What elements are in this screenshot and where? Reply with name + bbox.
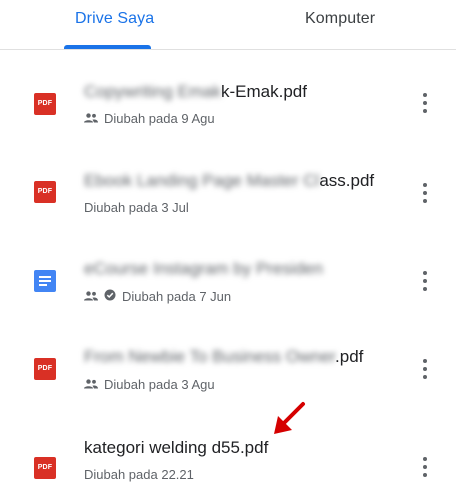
people-icon bbox=[84, 289, 98, 304]
more-vert-icon[interactable] bbox=[418, 269, 432, 295]
file-meta: Diubah pada 3 Jul bbox=[84, 200, 189, 215]
pdf-file-icon: PDF bbox=[34, 93, 56, 115]
modified-date: Diubah pada 3 Agu bbox=[104, 377, 215, 392]
file-name-suffix: .pdf bbox=[335, 347, 364, 366]
pdf-file-icon: PDF bbox=[34, 457, 56, 479]
people-icon bbox=[84, 377, 98, 392]
tab-drive-saya[interactable]: Drive Saya bbox=[75, 10, 154, 28]
google-doc-file-icon bbox=[34, 270, 56, 292]
file-meta: Diubah pada 3 Agu bbox=[84, 377, 215, 392]
modified-date: Diubah pada 7 Jun bbox=[122, 289, 232, 304]
file-name-suffix: k-Emak.pdf bbox=[221, 82, 307, 101]
tab-bar: Drive Saya Komputer bbox=[0, 0, 456, 50]
file-meta: Diubah pada 22.21 bbox=[84, 467, 194, 482]
tab-komputer[interactable]: Komputer bbox=[305, 10, 375, 28]
file-meta: Diubah pada 9 Agu bbox=[84, 111, 215, 126]
file-row[interactable]: PDF From Newbie To Business Owner.pdf Di… bbox=[0, 320, 456, 410]
file-name-redacted: eCourse Instagram by Presiden bbox=[84, 259, 324, 278]
file-name-suffix: ass.pdf bbox=[319, 171, 375, 190]
file-name-redacted: Copywriting Emak bbox=[84, 82, 221, 101]
file-row[interactable]: PDF kategori welding d55.pdf Diubah pada… bbox=[0, 410, 456, 500]
more-vert-icon[interactable] bbox=[418, 455, 432, 481]
people-icon bbox=[84, 111, 98, 126]
more-vert-icon[interactable] bbox=[418, 357, 432, 383]
file-name-redacted: Ebook Landing Page Master Cl bbox=[84, 171, 320, 190]
file-name: eCourse Instagram by Presiden bbox=[84, 259, 323, 279]
modified-date: Diubah pada 3 Jul bbox=[84, 200, 189, 215]
modified-date: Diubah pada 9 Agu bbox=[104, 111, 215, 126]
check-circle-icon bbox=[104, 289, 116, 304]
modified-date: Diubah pada 22.21 bbox=[84, 467, 194, 482]
file-name-redacted: From Newbie To Business Owner bbox=[84, 347, 336, 366]
file-row[interactable]: PDF Copywriting Emakk-Emak.pdf Diubah pa… bbox=[0, 50, 456, 140]
file-row[interactable]: eCourse Instagram by Presiden Diubah pad… bbox=[0, 230, 456, 320]
active-tab-indicator bbox=[64, 45, 151, 49]
file-name: kategori welding d55.pdf bbox=[84, 438, 268, 458]
file-name: Ebook Landing Page Master Class.pdf bbox=[84, 171, 374, 191]
file-name: From Newbie To Business Owner.pdf bbox=[84, 347, 363, 367]
annotation-arrow-icon bbox=[274, 402, 305, 434]
file-meta: Diubah pada 7 Jun bbox=[84, 289, 231, 304]
file-row[interactable]: PDF Ebook Landing Page Master Class.pdf … bbox=[0, 140, 456, 230]
file-name: Copywriting Emakk-Emak.pdf bbox=[84, 82, 307, 102]
file-name-text: kategori welding d55.pdf bbox=[84, 438, 269, 457]
more-vert-icon[interactable] bbox=[418, 91, 432, 117]
more-vert-icon[interactable] bbox=[418, 181, 432, 207]
pdf-file-icon: PDF bbox=[34, 181, 56, 203]
pdf-file-icon: PDF bbox=[34, 358, 56, 380]
